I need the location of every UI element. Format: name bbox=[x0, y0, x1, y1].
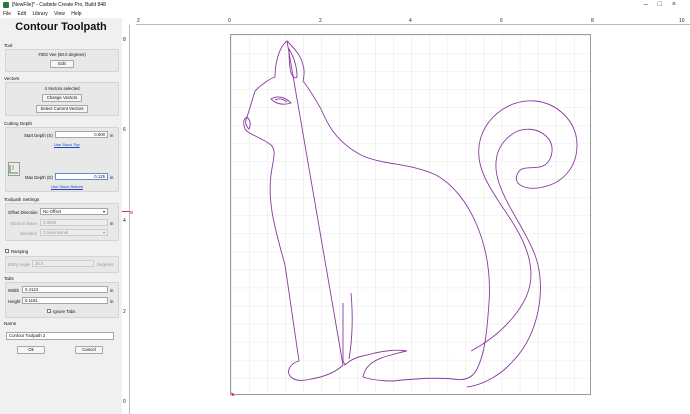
max-depth-label: Max Depth (D) bbox=[25, 175, 53, 180]
offset-direction-label: Offset Direction bbox=[8, 210, 38, 215]
tool-box: #302 Vee (60.0 degrees) Edit bbox=[5, 49, 119, 72]
cutting-depth-section-label: Cutting Depth bbox=[4, 121, 33, 126]
direction-select[interactable]: Conventional ▾ bbox=[40, 229, 108, 236]
maximize-icon[interactable]: □ bbox=[658, 1, 672, 8]
panel-title: Contour Toolpath bbox=[15, 21, 107, 33]
ignore-tabs-label: Ignore Tabs bbox=[53, 309, 76, 314]
chevron-down-icon: ▾ bbox=[102, 230, 105, 235]
close-icon[interactable]: × bbox=[672, 1, 686, 8]
ruler-top-label: 8 bbox=[591, 18, 594, 24]
offset-direction-select[interactable]: No Offset ▾ bbox=[40, 208, 108, 215]
tab-width-input[interactable]: 0.4124 bbox=[22, 286, 108, 293]
ruler-top-label: 2 bbox=[319, 18, 322, 24]
start-depth-input[interactable]: 0.000 bbox=[55, 131, 108, 138]
entry-angle-unit: Degrees bbox=[97, 262, 114, 267]
ramping-label: Ramping bbox=[11, 249, 29, 254]
depth-diagram-icon bbox=[8, 162, 20, 176]
change-vectors-button[interactable]: Change Vectors bbox=[42, 94, 82, 102]
design-canvas[interactable]: 2 0 2 4 6 8 10 8 6 4 2 0 bbox=[122, 18, 690, 414]
ruler-left-label: 4 bbox=[123, 218, 126, 224]
ruler-cursor-marker bbox=[130, 211, 133, 214]
vector-drawing[interactable] bbox=[231, 35, 592, 396]
tab-height-unit: in bbox=[110, 299, 114, 304]
minimize-icon[interactable]: – bbox=[644, 1, 658, 8]
title-bar: [NewFile]* - Carbide Create Pro, Build 8… bbox=[0, 0, 690, 10]
edit-tool-button[interactable]: Edit bbox=[50, 60, 74, 68]
direction-value: Conventional bbox=[43, 230, 69, 235]
ruler-top-label: 0 bbox=[228, 18, 231, 24]
vectors-box: 4 Vectors selected Change Vectors Select… bbox=[5, 82, 119, 116]
menu-help[interactable]: Help bbox=[71, 11, 81, 17]
entry-angle-input[interactable]: 25.0 bbox=[32, 260, 94, 267]
cancel-button[interactable]: Cancel bbox=[75, 346, 103, 354]
menu-edit[interactable]: Edit bbox=[17, 11, 26, 17]
ruler-top-label: 2 bbox=[137, 18, 140, 24]
stock-to-leave-label: Stock to leave bbox=[10, 221, 37, 226]
ruler-top-label: 4 bbox=[409, 18, 412, 24]
menu-library[interactable]: Library bbox=[32, 11, 47, 17]
window-controls: –□× bbox=[644, 0, 686, 10]
start-depth-unit: in bbox=[110, 133, 114, 138]
top-ruler: 2 0 2 4 6 8 10 bbox=[136, 18, 690, 25]
ruler-top-label: 6 bbox=[500, 18, 503, 24]
ruler-left-label: 0 bbox=[123, 399, 126, 405]
tab-height-label: Height bbox=[8, 299, 21, 304]
use-stock-top-link[interactable]: Use Stock Top bbox=[54, 142, 80, 147]
name-section-label: Name bbox=[4, 321, 17, 326]
menu-file[interactable]: File bbox=[3, 11, 11, 17]
menu-bar: File Edit Library View Help bbox=[0, 10, 690, 18]
tab-width-label: Width bbox=[8, 288, 19, 293]
max-depth-input[interactable]: 0.125 bbox=[55, 173, 108, 180]
chevron-down-icon: ▾ bbox=[102, 209, 105, 214]
vectors-section-label: Vectors bbox=[4, 76, 20, 81]
select-current-vectors-button[interactable]: Select Current Vectors bbox=[36, 105, 88, 113]
ruler-left-label: 2 bbox=[123, 309, 126, 315]
tool-section-label: Tool bbox=[4, 43, 13, 48]
use-stock-bottom-link[interactable]: Use Stock Bottom bbox=[51, 184, 83, 189]
stock-area bbox=[230, 34, 592, 396]
direction-label: Direction bbox=[20, 231, 37, 236]
tabs-section-label: Tabs bbox=[4, 276, 14, 281]
ruler-left-label: 8 bbox=[123, 37, 126, 43]
ramping-checkbox[interactable] bbox=[5, 249, 9, 253]
ruler-left-label: 6 bbox=[123, 127, 126, 133]
tab-height-input[interactable]: 0.1181 bbox=[22, 297, 108, 304]
app-icon bbox=[3, 2, 9, 8]
toolpath-settings-section-label: Toolpath Settings bbox=[4, 197, 40, 202]
ruler-cursor-marker bbox=[122, 211, 130, 212]
stock-to-leave-input[interactable]: 0.0000 bbox=[40, 219, 108, 226]
entry-angle-label: Entry Angle bbox=[8, 262, 30, 267]
ruler-top-label: 10 bbox=[679, 18, 685, 24]
tool-name: #302 Vee (60.0 degrees) bbox=[38, 52, 86, 57]
toolpath-name-input[interactable]: Contour Toolpath 2 bbox=[6, 332, 114, 340]
vectors-status: 4 Vectors selected bbox=[44, 86, 80, 91]
tab-width-unit: in bbox=[110, 288, 114, 293]
ignore-tabs-checkbox[interactable] bbox=[47, 309, 51, 313]
grid-lines bbox=[231, 35, 592, 396]
window-title: [NewFile]* - Carbide Create Pro, Build 8… bbox=[12, 2, 106, 8]
offset-direction-value: No Offset bbox=[43, 209, 62, 214]
ok-button[interactable]: Ok bbox=[17, 346, 45, 354]
max-depth-unit: in bbox=[110, 175, 114, 180]
menu-view[interactable]: View bbox=[54, 11, 65, 17]
left-ruler: 8 6 4 2 0 bbox=[122, 25, 130, 414]
toolpath-panel: Contour Toolpath Tool #302 Vee (60.0 deg… bbox=[0, 18, 122, 414]
start-depth-label: Start Depth (S) bbox=[24, 133, 53, 138]
stock-to-leave-unit: in bbox=[110, 221, 114, 226]
